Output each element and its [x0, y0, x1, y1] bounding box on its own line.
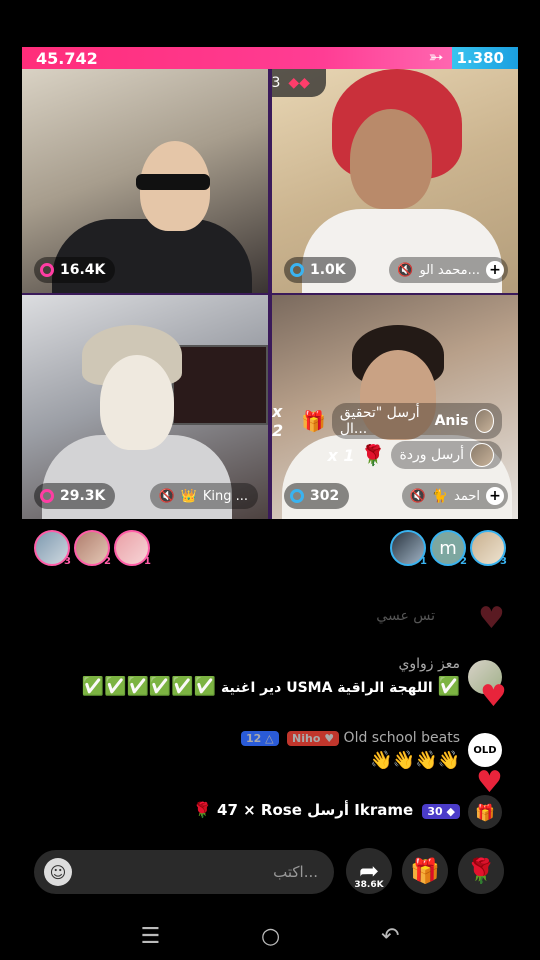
emoji-icon[interactable]: ☺	[44, 858, 72, 886]
battle-clash-icon: ➳	[428, 47, 444, 68]
left-team-score-segment: 45.742 ➳	[22, 47, 452, 69]
battle-score-bar: 45.742 ➳ 1.380	[22, 47, 518, 69]
follow-plus-icon[interactable]: +	[486, 261, 504, 279]
gift-box-icon: 🎁	[410, 857, 440, 885]
score-icon	[290, 263, 304, 277]
left-team-top-supporters: 3 2 1	[34, 530, 151, 568]
multi-guest-video-grid: 16.4K 1.0K 🔇 محمد الو... + 01:13 ◆◆ 29.3…	[22, 69, 518, 519]
chat-message-2: 12 △ Niho ♥ Old school beats 👋👋👋👋	[237, 730, 460, 771]
chat-message-1: معز زواوي ✅✅✅✅✅✅ دير اغنية USMA اللهجة ا…	[81, 656, 460, 697]
gift-button[interactable]: 🎁	[402, 848, 448, 894]
supporter-avatar[interactable]: 2	[74, 530, 111, 567]
supporter-avatar[interactable]: 1	[114, 530, 151, 567]
right-team-top-supporters: 1 m2 3	[390, 530, 507, 568]
guest-2-name-pill[interactable]: 🔇 محمد الو... +	[389, 257, 508, 283]
guest-1-score: 16.4K	[34, 257, 116, 283]
guest-3-score: 29.3K	[34, 483, 116, 509]
level-badge: 12 △	[240, 731, 279, 746]
heart-icon: ♥	[476, 765, 503, 800]
rose-icon: 🌹	[193, 801, 212, 819]
rose-icon: 🌹	[466, 857, 496, 885]
follow-plus-icon[interactable]: +	[486, 487, 504, 505]
guest-video-tile-2[interactable]: 1.0K 🔇 محمد الو... + 01:13 ◆◆	[272, 69, 518, 293]
muted-mic-icon: 🔇	[409, 488, 426, 504]
supporter-avatar[interactable]: m2	[430, 530, 467, 567]
bottom-action-bar: ☺ اكتب... ➦ 38.6K 🎁 🌹	[34, 848, 506, 896]
heart-icon: ♥	[478, 601, 505, 636]
comment-input[interactable]: ☺ اكتب...	[34, 850, 334, 894]
system-navigation-bar: ☰ ○ ↶	[0, 918, 540, 954]
level-badge: 30 ◆	[422, 804, 460, 819]
guest-4-name-pill[interactable]: 🔇 🐈 احمد +	[401, 483, 508, 509]
guest-3-name-pill[interactable]: 🔇 👑 King ...	[150, 483, 258, 509]
chat-user-avatar[interactable]: OLD	[468, 733, 502, 767]
score-icon	[40, 489, 54, 503]
gift-box-icon: 🎁	[300, 409, 326, 433]
guest-video-tile-4[interactable]: x 2 🎁 أرسل "تحقيق ال... Anis x 1 🌹 أرسل …	[272, 295, 518, 519]
chat-gift-message: 🌹 47 × Rose أرسل Ikrame 30 ◆	[193, 801, 460, 819]
home-icon[interactable]: ○	[261, 924, 280, 949]
emoji-icon: 🐈	[431, 488, 448, 504]
battle-vs-icon: ◆◆	[288, 75, 310, 91]
guest-4-score: 302	[284, 483, 350, 509]
gift-icon: 🎁	[468, 795, 502, 829]
supporter-avatar[interactable]: 3	[34, 530, 71, 567]
clap-emojis: 👋👋👋👋	[370, 750, 460, 771]
fan-club-badge: Niho ♥	[287, 731, 340, 746]
rose-icon: 🌹	[360, 443, 386, 467]
gift-notification-1: x 2 🎁 أرسل "تحقيق ال... Anis	[272, 402, 502, 440]
check-emojis: ✅✅✅✅✅✅	[81, 676, 217, 697]
battle-timer: 01:13 ◆◆	[272, 69, 326, 97]
crown-icon: 👑	[180, 488, 197, 504]
muted-mic-icon: 🔇	[158, 488, 175, 504]
left-team-score: 45.742	[36, 48, 98, 68]
gift-notification-2: x 1 🌹 أرسل وردة	[328, 441, 502, 469]
supporter-avatar[interactable]: 3	[470, 530, 507, 567]
chat-faded-message: تس عسي	[376, 608, 435, 624]
sender-avatar	[474, 409, 494, 433]
guest-video-tile-1[interactable]: 16.4K	[22, 69, 268, 293]
recents-icon[interactable]: ☰	[140, 924, 160, 949]
heart-icon: ♥	[480, 679, 507, 714]
back-icon[interactable]: ↶	[381, 924, 399, 949]
score-icon	[290, 489, 304, 503]
supporter-avatar[interactable]: 1	[390, 530, 427, 567]
rose-button[interactable]: 🌹	[458, 848, 504, 894]
guest-video-tile-3[interactable]: 29.3K 🔇 👑 King ...	[22, 295, 268, 519]
share-button[interactable]: ➦ 38.6K	[346, 848, 392, 894]
muted-mic-icon: 🔇	[397, 262, 414, 278]
score-icon	[40, 263, 54, 277]
guest-2-score: 1.0K	[284, 257, 356, 283]
sender-avatar	[470, 443, 494, 467]
